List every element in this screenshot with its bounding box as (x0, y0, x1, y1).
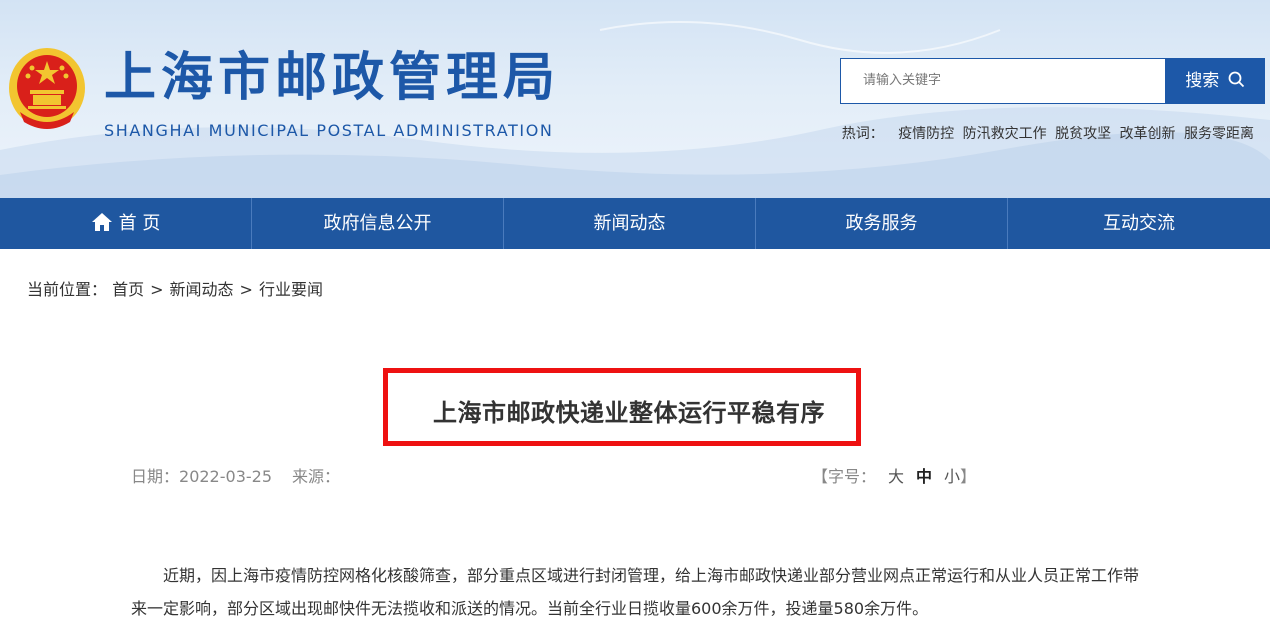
home-icon (91, 213, 112, 231)
date-label: 日期： (131, 467, 180, 486)
search-button[interactable]: 搜索 (1165, 58, 1265, 104)
nav-item-label: 政府信息公开 (323, 213, 432, 234)
hotwords-bar: 热词： 疫情防控 防汛救灾工作 脱贫攻坚 改革创新 服务零距离 (842, 123, 1254, 143)
nav-item-label: 互动交流 (1103, 213, 1175, 234)
font-size-close: 】 (960, 467, 977, 486)
source-label: 来源： (292, 467, 341, 486)
article-date: 2022-03-25 (179, 467, 272, 486)
breadcrumb-separator: > (150, 280, 164, 299)
font-size-medium-button[interactable]: 中 (916, 467, 932, 486)
site-header: 上海市邮政管理局 SHANGHAI MUNICIPAL POSTAL ADMIN… (0, 0, 1270, 198)
search-button-label: 搜索 (1185, 71, 1220, 91)
nav-item-label: 首 页 (118, 213, 161, 234)
hotword-link[interactable]: 疫情防控 (898, 126, 954, 142)
national-emblem-icon (9, 48, 85, 129)
font-size-switcher: 【字号： 大中小】 (812, 463, 976, 487)
breadcrumb-link-home[interactable]: 首页 (112, 280, 144, 299)
article-meta: 日期：2022-03-25 来源： (131, 463, 340, 487)
article-title: 上海市邮政快递业整体运行平稳有序 (433, 399, 825, 427)
nav-item-services[interactable]: 政务服务 (756, 198, 1008, 249)
hotwords-label: 热词： (841, 126, 884, 142)
breadcrumb-separator: > (239, 280, 253, 299)
site-subtitle: SHANGHAI MUNICIPAL POSTAL ADMINISTRATION (104, 121, 554, 140)
hotword-link[interactable]: 服务零距离 (1184, 126, 1254, 142)
nav-item-gov-info[interactable]: 政府信息公开 (252, 198, 504, 249)
breadcrumb-label: 当前位置： (27, 280, 108, 299)
article-paragraph: 近期，因上海市疫情防控网格化核酸筛查，部分重点区域进行封闭管理，给上海市邮政快递… (131, 566, 1140, 618)
nav-item-label: 新闻动态 (593, 213, 666, 234)
search-input[interactable]: 请输入关键字 (840, 58, 1165, 104)
nav-item-label: 政务服务 (845, 213, 918, 234)
hotword-link[interactable]: 防汛救灾工作 (963, 126, 1047, 142)
main-nav: 首 页 政府信息公开 新闻动态 政务服务 互动交流 (0, 198, 1270, 249)
nav-item-news[interactable]: 新闻动态 (504, 198, 756, 249)
breadcrumb: 当前位置： 首页 > 新闻动态 > 行业要闻 (27, 276, 323, 300)
search-icon (1228, 71, 1244, 88)
font-size-large-button[interactable]: 大 (888, 467, 904, 486)
font-size-small-button[interactable]: 小 (944, 467, 960, 486)
nav-item-home[interactable]: 首 页 (0, 198, 252, 249)
breadcrumb-link-industry[interactable]: 行业要闻 (259, 280, 323, 299)
site-title: 上海市邮政管理局 (104, 48, 561, 108)
breadcrumb-link-news[interactable]: 新闻动态 (170, 280, 234, 299)
font-size-label: 【字号： (812, 467, 877, 486)
hotword-link[interactable]: 改革创新 (1120, 126, 1176, 142)
hotword-link[interactable]: 脱贫攻坚 (1055, 126, 1111, 142)
nav-item-interaction[interactable]: 互动交流 (1008, 198, 1270, 249)
